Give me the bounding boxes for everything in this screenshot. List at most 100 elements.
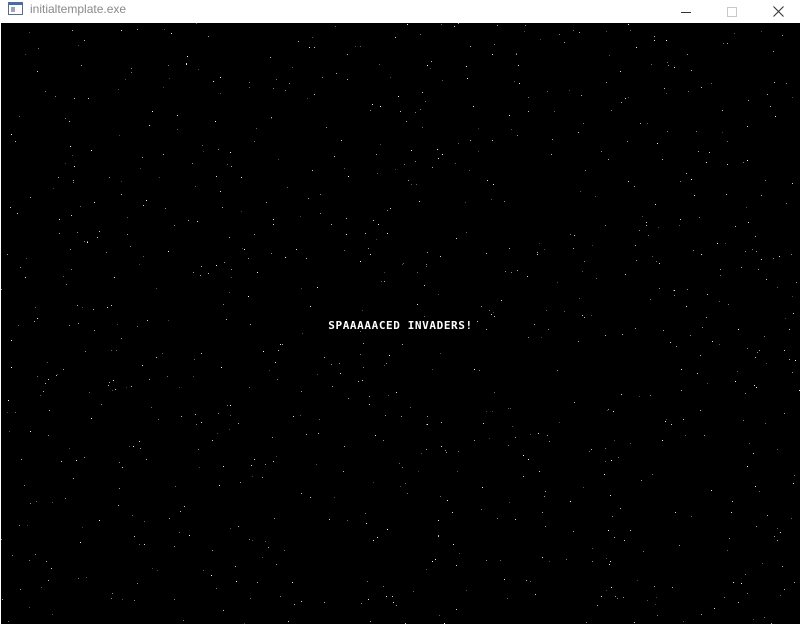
game-viewport[interactable]: SPAAAAACED INVADERS! (1, 23, 800, 624)
star (400, 111, 401, 112)
star (712, 341, 713, 342)
star (419, 201, 420, 202)
star (72, 30, 73, 31)
star (627, 141, 628, 142)
star (37, 71, 38, 72)
star (636, 260, 637, 261)
star (608, 159, 609, 160)
star (771, 623, 772, 624)
star (430, 68, 431, 69)
star (171, 33, 172, 34)
star (265, 541, 266, 542)
star (15, 412, 16, 413)
star (792, 97, 793, 98)
star (666, 419, 667, 420)
star (276, 456, 277, 457)
star (262, 557, 263, 558)
star (280, 344, 281, 345)
star (519, 83, 520, 84)
star (761, 31, 762, 32)
star (41, 587, 42, 588)
star (48, 379, 49, 380)
star (570, 501, 571, 502)
star (35, 554, 36, 555)
star (639, 230, 640, 231)
star (230, 152, 231, 153)
star (614, 537, 615, 538)
star (241, 177, 242, 178)
star (126, 387, 127, 388)
star (217, 433, 218, 434)
star (686, 173, 687, 174)
star (231, 166, 232, 167)
star (82, 307, 83, 308)
star (84, 241, 85, 242)
star (611, 587, 612, 588)
star (757, 352, 758, 353)
star (402, 344, 403, 345)
star (66, 284, 67, 285)
star (97, 237, 98, 238)
star (263, 351, 264, 352)
minimize-icon (681, 7, 691, 17)
title-bar[interactable]: initialtemplate.exe (0, 0, 801, 23)
star (252, 540, 253, 541)
star (366, 523, 367, 524)
star (417, 304, 418, 305)
star (415, 112, 416, 113)
star (611, 460, 612, 461)
star (200, 275, 201, 276)
minimize-button[interactable] (663, 0, 709, 23)
star (720, 269, 721, 270)
star (581, 95, 582, 96)
star (360, 261, 361, 262)
star (691, 516, 692, 517)
star (180, 511, 181, 512)
star (29, 32, 30, 33)
close-button[interactable] (755, 0, 801, 23)
star (146, 459, 147, 460)
star (420, 34, 421, 35)
star (528, 337, 529, 338)
star (111, 350, 112, 351)
star (501, 300, 502, 301)
star (786, 83, 787, 84)
star (691, 70, 692, 71)
star (741, 267, 742, 268)
star (427, 65, 428, 66)
star (609, 564, 610, 565)
star (208, 36, 209, 37)
star (376, 154, 377, 155)
star (755, 486, 756, 487)
star (605, 461, 606, 462)
star (249, 82, 250, 83)
star (308, 198, 309, 199)
star (723, 43, 724, 44)
star (612, 516, 613, 517)
star (309, 47, 310, 48)
star (48, 580, 49, 581)
star (596, 278, 597, 279)
star (489, 438, 490, 439)
star (49, 410, 50, 411)
star (494, 316, 495, 317)
star (284, 550, 285, 551)
star (573, 30, 574, 31)
star (143, 256, 144, 257)
star (390, 77, 391, 78)
star (220, 77, 221, 78)
star (177, 129, 178, 130)
maximize-button[interactable] (709, 0, 755, 23)
star (134, 600, 135, 601)
star (683, 621, 684, 622)
star (19, 525, 20, 526)
star (630, 443, 631, 444)
star (492, 54, 493, 55)
star (456, 609, 457, 610)
star (747, 466, 748, 467)
star (306, 434, 307, 435)
star (634, 622, 635, 623)
star (722, 132, 723, 133)
star (777, 449, 778, 450)
star (662, 440, 663, 441)
